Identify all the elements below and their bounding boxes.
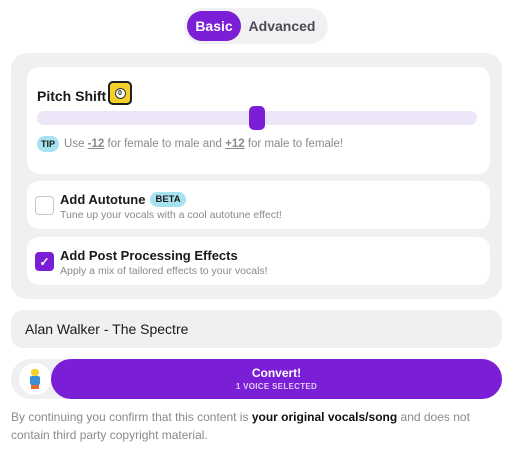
autotune-label: Add Autotune [60,192,146,207]
pitch-tip: TIP Use -12 for female to male and +12 f… [37,136,343,152]
pitch-shift-card: Pitch Shift 0 TIP Use -12 for female to … [27,67,490,174]
disclaimer-before: By continuing you confirm that this cont… [11,410,249,424]
post-processing-option[interactable]: ✓ Add Post Processing Effects Apply a mi… [27,237,490,285]
post-processing-label: Add Post Processing Effects [60,248,238,263]
pitch-slider[interactable] [37,106,477,130]
post-processing-description: Apply a mix of tailored effects to your … [60,265,268,277]
settings-panel: Pitch Shift 0 TIP Use -12 for female to … [11,53,502,299]
tip-text-end: for male to female! [247,138,344,150]
pitch-slider-thumb[interactable] [249,106,265,130]
mode-tabs: Basic Advanced [184,8,328,44]
voices-selected-label: 1 VOICE SELECTED [235,382,318,391]
beta-badge: BETA [150,192,186,207]
tip-badge: TIP [37,136,60,152]
tab-basic[interactable]: Basic [187,11,241,41]
pitch-shift-title: Pitch Shift [37,88,107,104]
tip-text-use: Use [64,138,85,150]
pitch-value-badge: 0 [108,81,132,105]
post-processing-checkbox[interactable]: ✓ [35,252,54,271]
disclaimer-emphasis: your original vocals/song [251,410,398,424]
convert-label: Convert! [251,366,302,380]
autotune-title: Add Autotune BETA [60,192,186,207]
tip-plus-value[interactable]: +12 [225,138,245,150]
tip-text-mid: for female to male and [107,138,222,150]
autotune-checkbox[interactable] [35,196,54,215]
tab-advanced[interactable]: Advanced [241,11,323,41]
copyright-disclaimer: By continuing you confirm that this cont… [11,408,506,444]
autotune-description: Tune up your vocals with a cool autotune… [60,209,282,221]
convert-row: Convert! 1 VOICE SELECTED [11,359,502,399]
autotune-option[interactable]: Add Autotune BETA Tune up your vocals wi… [27,181,490,229]
voice-character-icon [29,369,41,389]
tip-minus-value[interactable]: -12 [88,138,105,150]
post-processing-title: Add Post Processing Effects [60,248,238,263]
convert-button[interactable]: Convert! 1 VOICE SELECTED [51,359,502,399]
voice-avatar[interactable] [19,363,51,395]
pitch-value: 0 [114,87,126,99]
song-input[interactable]: Alan Walker - The Spectre [11,310,502,348]
